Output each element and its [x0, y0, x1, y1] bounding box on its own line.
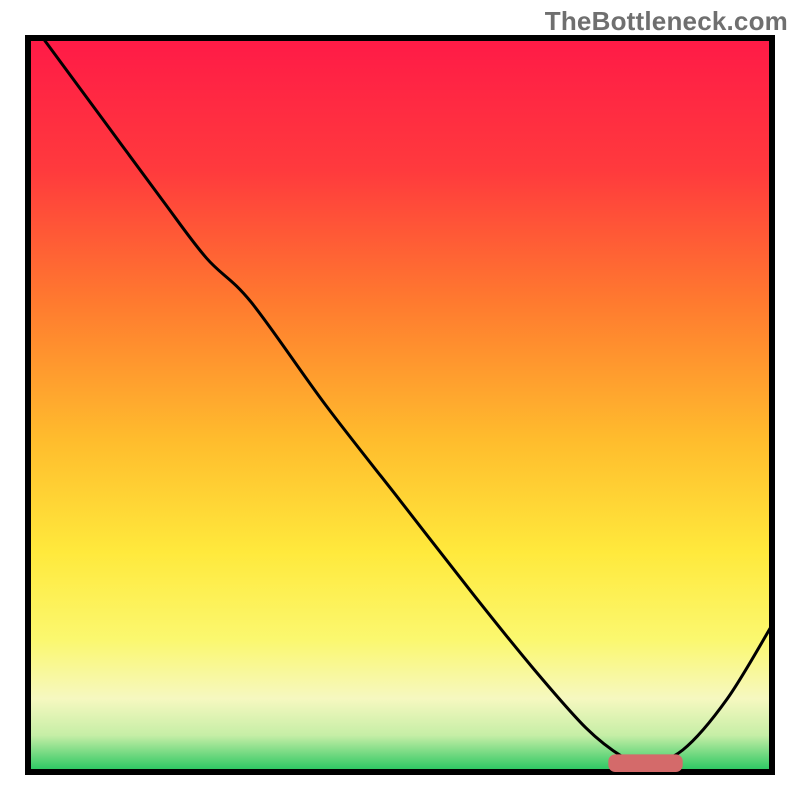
bottleneck-chart: TheBottleneck.com: [0, 0, 800, 800]
plot-area: [28, 38, 772, 772]
plot-background: [28, 38, 772, 772]
watermark-text: TheBottleneck.com: [545, 6, 788, 37]
chart-svg: [0, 0, 800, 800]
optimal-zone-marker: [608, 754, 682, 772]
